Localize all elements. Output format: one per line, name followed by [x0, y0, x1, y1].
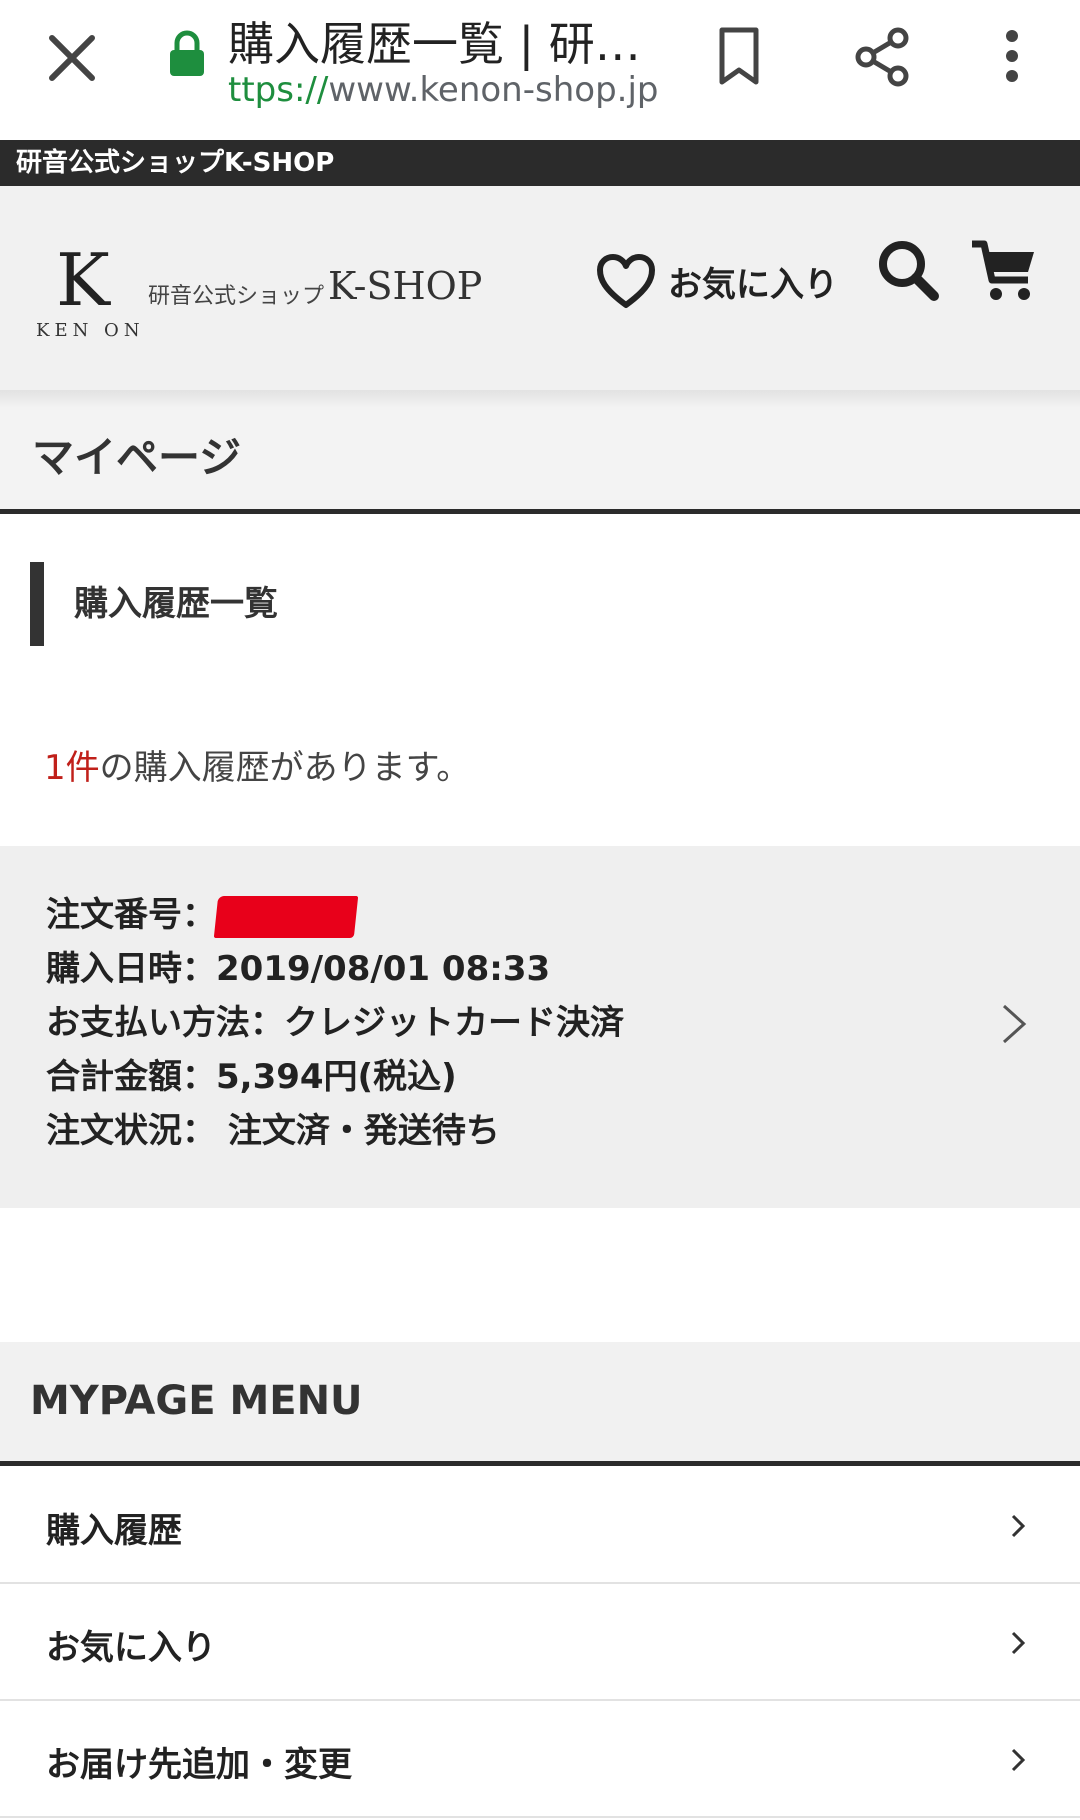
mypage-menu-title: MYPAGE MENU: [30, 1378, 363, 1424]
logo-shop-jp: 研音公式ショップ: [148, 284, 325, 309]
close-icon: [49, 35, 95, 81]
menu-item-favorites[interactable]: お気に入り: [0, 1584, 1080, 1701]
lock-icon: [170, 30, 204, 76]
chevron-right-icon: [1002, 1004, 1027, 1044]
address-bar[interactable]: ttps://www.kenon-shop.jp: [228, 70, 658, 110]
url-host: www.kenon-shop.jp: [328, 70, 659, 110]
cart-button[interactable]: [970, 238, 1038, 304]
chevron-right-icon: [1011, 1514, 1026, 1538]
share-icon: [855, 27, 909, 87]
order-details: 注文番号： 購入日時：2019/08/01 08:33 お支払い方法：クレジット…: [46, 888, 624, 1158]
order-status-row: 注文状況： 注文済・発送待ち: [46, 1111, 500, 1151]
page-title-band: マイページ: [0, 390, 1080, 514]
order-number-label: 注文番号：: [46, 895, 216, 935]
url-scheme: ttps://: [228, 70, 329, 110]
logo-shop-en: K-SHOP: [328, 264, 483, 308]
favorites-label: お気に入り: [668, 264, 838, 305]
tab-title: 購入履歴一覧 | 研…: [228, 17, 641, 71]
section-heading: 購入履歴一覧: [30, 562, 278, 646]
search-button[interactable]: [876, 238, 940, 302]
page-title: マイページ: [32, 433, 242, 482]
heart-icon: [597, 254, 655, 308]
share-button[interactable]: [852, 26, 912, 88]
close-tab-button[interactable]: [46, 32, 98, 84]
order-date-row: 購入日時：2019/08/01 08:33: [46, 949, 551, 989]
history-count-number: 1件: [44, 748, 100, 788]
redaction-mark: [213, 895, 359, 938]
order-card[interactable]: 注文番号： 購入日時：2019/08/01 08:33 お支払い方法：クレジット…: [0, 846, 1080, 1208]
browser-toolbar: 購入履歴一覧 | 研… ttps://www.kenon-shop.jp: [0, 0, 1080, 140]
menu-item-label: お気に入り: [46, 1628, 216, 1668]
site-name-strip: 研音公式ショップK-SHOP: [0, 140, 1080, 186]
menu-item-label: 購入履歴: [46, 1511, 182, 1551]
chevron-right-icon: [1011, 1748, 1026, 1772]
history-count: 1件の購入履歴があります。: [44, 740, 470, 789]
order-payment-row: お支払い方法：クレジットカード決済: [46, 1003, 624, 1043]
mypage-menu-heading: MYPAGE MENU: [0, 1342, 1080, 1466]
logo-k: K: [56, 238, 110, 322]
browser-menu-button[interactable]: [995, 28, 1029, 84]
order-number-row: 注文番号：: [46, 888, 624, 942]
order-total-row: 合計金額：5,394円(税込): [46, 1057, 457, 1097]
secure-lock[interactable]: [168, 30, 206, 78]
menu-item-delivery-address[interactable]: お届け先追加・変更: [0, 1701, 1080, 1818]
section-heading-text: 購入履歴一覧: [74, 584, 278, 624]
menu-item-purchase-history[interactable]: 購入履歴: [0, 1467, 1080, 1584]
shop-logo[interactable]: K KEN ON 研音公式ショップ K-SHOP: [36, 238, 496, 341]
bookmark-icon: [719, 27, 759, 85]
chevron-right-icon: [1011, 1631, 1026, 1655]
search-icon: [879, 241, 939, 301]
site-header: K KEN ON 研音公式ショップ K-SHOP お気に入り: [0, 186, 1080, 390]
menu-item-label: お届け先追加・変更: [46, 1745, 352, 1785]
more-vert-icon: [1006, 30, 1018, 82]
bookmark-button[interactable]: [716, 26, 762, 86]
cart-icon: [972, 240, 1034, 300]
logo-kenon: KEN ON: [36, 320, 145, 341]
favorites-link[interactable]: お気に入り: [596, 246, 838, 316]
history-count-suffix: の購入履歴があります。: [99, 748, 471, 788]
